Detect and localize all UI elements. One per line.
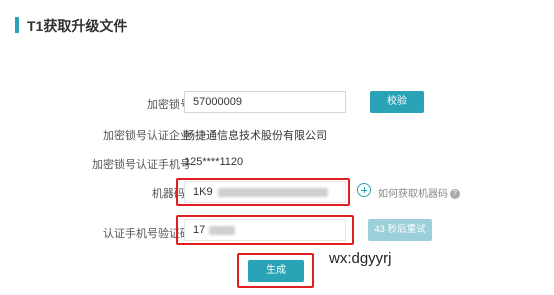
redacted-verify-code — [209, 225, 236, 235]
check-button[interactable]: 校验 — [370, 91, 424, 113]
watermark-text: wx:dgyyrj — [329, 250, 392, 267]
company-value: 畅捷通信息技术股份有限公司 — [184, 130, 327, 142]
add-machine-code-icon[interactable] — [357, 183, 371, 197]
how-to-get-machine-code-text: 如何获取机器码 — [378, 189, 448, 200]
how-to-get-machine-code-link[interactable]: 如何获取机器码? — [378, 185, 460, 200]
redacted-machine-code — [217, 187, 328, 197]
question-mark-icon: ? — [450, 189, 460, 200]
title-accent-bar — [15, 17, 19, 33]
phone-value: 125****1120 — [184, 156, 244, 168]
page-title: T1获取升级文件 — [27, 18, 128, 34]
phone-label: 加密锁号认证手机号 — [92, 159, 191, 171]
generate-button[interactable]: 生成 — [248, 260, 304, 282]
machine-code-value: 1K9 — [193, 186, 213, 198]
verify-code-input[interactable]: 17 — [184, 219, 346, 241]
encryption-lock-input[interactable]: 57000009 — [184, 91, 346, 113]
retry-countdown-button[interactable]: 43 秒后重试 — [368, 219, 432, 241]
verify-code-value: 17 — [193, 224, 206, 236]
company-label: 加密锁号认证企业 — [103, 130, 191, 142]
encryption-lock-value: 57000009 — [193, 96, 242, 108]
machine-code-input[interactable]: 1K9 — [184, 181, 346, 203]
